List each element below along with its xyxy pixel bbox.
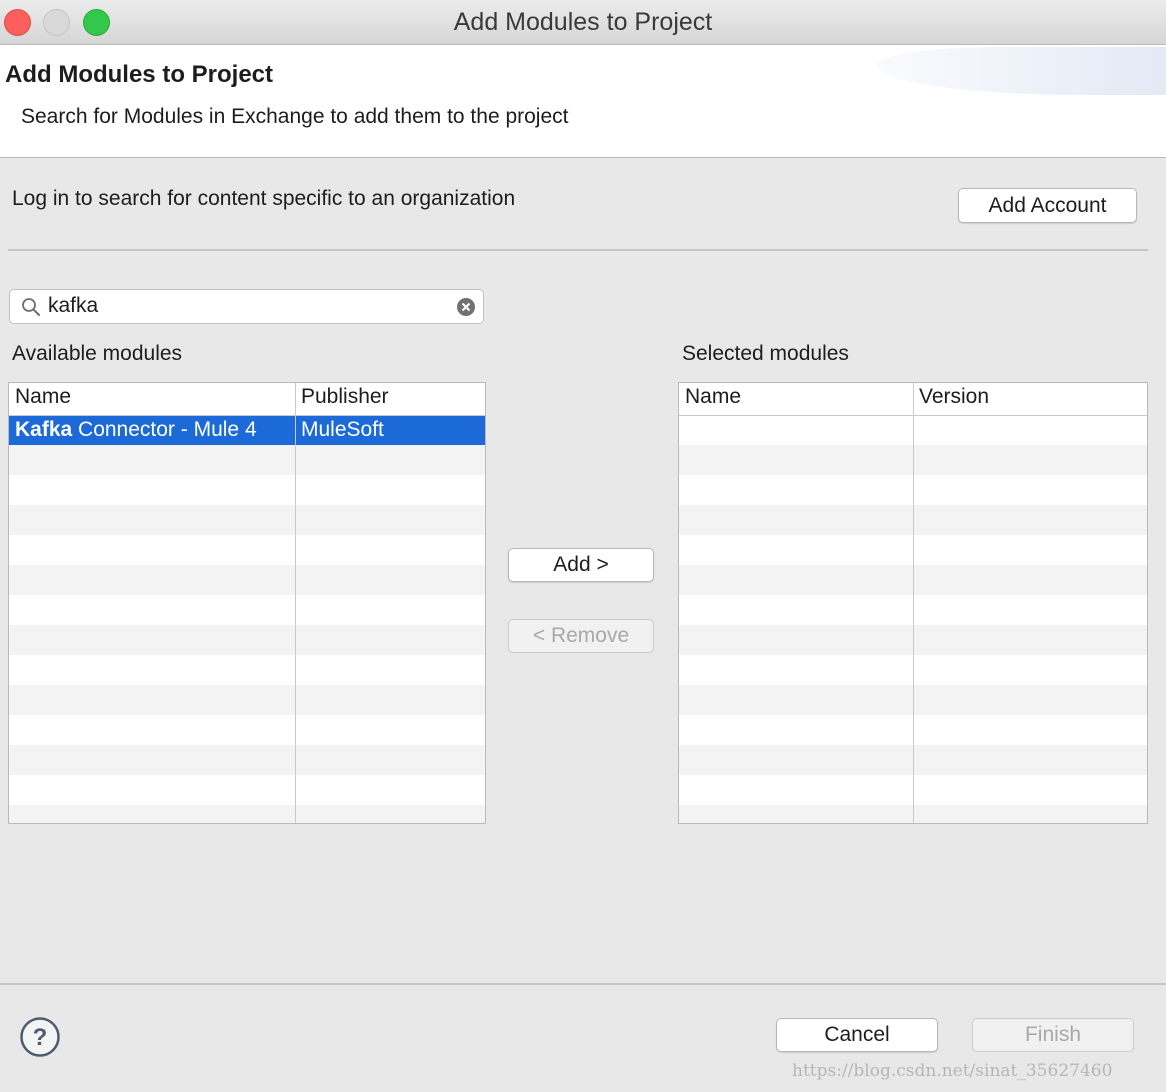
remove-module-button[interactable]: < Remove <box>508 619 654 653</box>
module-publisher-cell: MuleSoft <box>301 418 384 441</box>
help-icon[interactable]: ? <box>19 1016 61 1058</box>
table-stripe <box>9 445 485 475</box>
page-title: Add Modules to Project <box>5 61 274 88</box>
cancel-button[interactable]: Cancel <box>776 1018 938 1052</box>
table-stripe <box>9 565 485 595</box>
selected-modules-table[interactable]: Name Version <box>678 382 1148 824</box>
selected-modules-label: Selected modules <box>682 342 849 365</box>
column-header-name[interactable]: Name <box>685 385 741 409</box>
column-divider <box>913 383 914 823</box>
banner-decoration <box>876 47 1166 95</box>
finish-button[interactable]: Finish <box>972 1018 1134 1052</box>
search-input[interactable] <box>48 293 448 319</box>
table-header: Name Publisher <box>9 383 485 416</box>
table-stripe <box>9 505 485 535</box>
table-row[interactable]: Kafka Connector - Mule 4 MuleSoft <box>9 416 485 445</box>
watermark: https://blog.csdn.net/sinat_35627460 <box>792 1061 1113 1081</box>
column-header-name[interactable]: Name <box>15 385 71 409</box>
table-stripe <box>9 805 485 823</box>
login-prompt: Log in to search for content specific to… <box>12 187 516 210</box>
table-stripe <box>9 745 485 775</box>
section-divider <box>8 249 1148 251</box>
module-name-match: Kafka <box>15 418 73 441</box>
column-divider <box>295 383 296 823</box>
add-module-button[interactable]: Add > <box>508 548 654 582</box>
wizard-banner: Add Modules to Project Search for Module… <box>0 45 1166 158</box>
footer-divider <box>0 983 1166 985</box>
page-subtitle: Search for Modules in Exchange to add th… <box>21 105 569 128</box>
table-stripe <box>9 625 485 655</box>
search-icon <box>22 298 40 316</box>
window-title: Add Modules to Project <box>453 8 713 36</box>
module-name-rest: Connector - Mule 4 <box>72 418 257 441</box>
add-account-button[interactable]: Add Account <box>958 188 1137 223</box>
clear-icon[interactable] <box>456 297 476 317</box>
table-stripe <box>9 685 485 715</box>
column-header-version[interactable]: Version <box>919 385 989 409</box>
available-modules-label: Available modules <box>12 342 183 365</box>
available-modules-table[interactable]: Name Publisher Kafka Connector - Mule 4 … <box>8 382 486 824</box>
search-field[interactable] <box>9 289 484 324</box>
svg-text:?: ? <box>33 1024 48 1051</box>
module-name-cell: Kafka Connector - Mule 4 <box>15 418 257 442</box>
title-bar: Add Modules to Project <box>0 0 1166 45</box>
column-header-publisher[interactable]: Publisher <box>301 385 389 409</box>
